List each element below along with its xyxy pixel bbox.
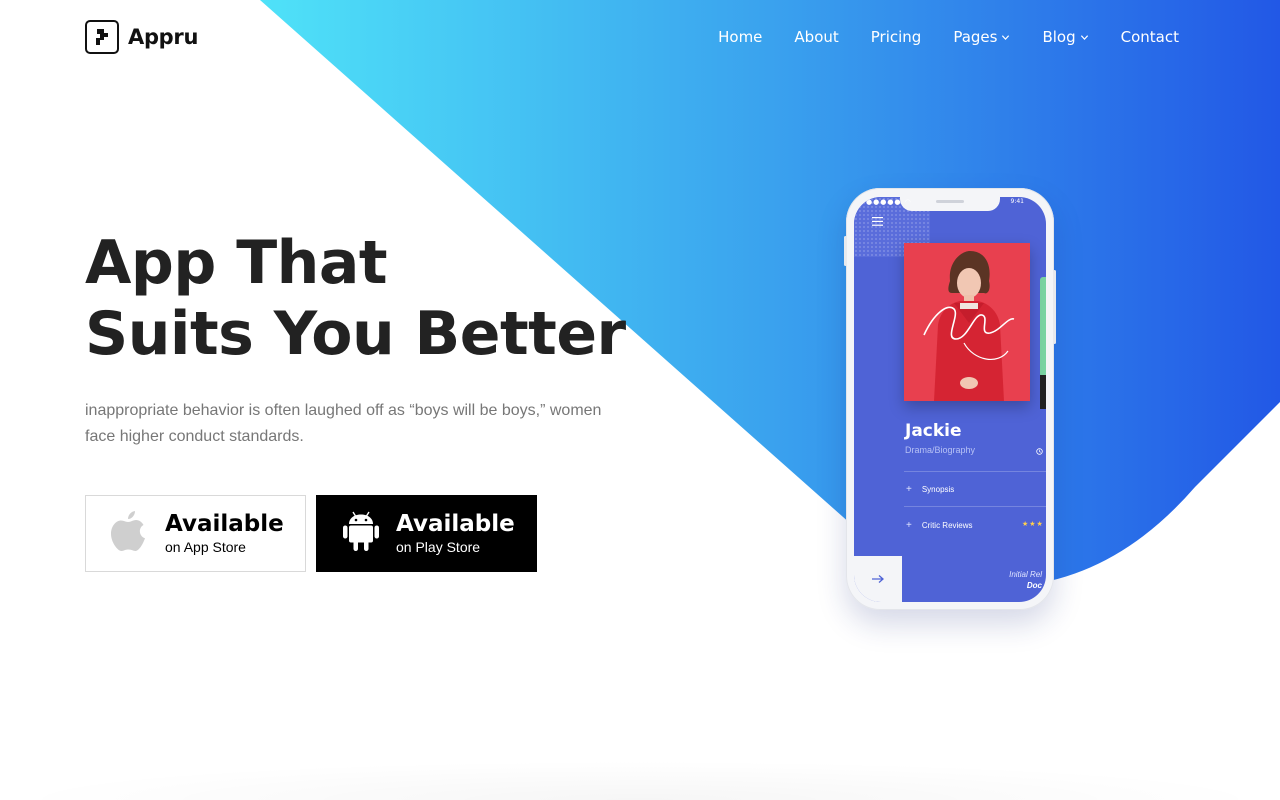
app-store-subtitle: on App Store — [165, 539, 246, 555]
phone-power-button — [1053, 270, 1056, 344]
critic-reviews-row[interactable]: + Critic Reviews — [906, 520, 973, 531]
play-store-subtitle: on Play Store — [396, 539, 481, 555]
nav-item-home[interactable]: Home — [718, 26, 762, 48]
nav-label: Contact — [1120, 28, 1179, 46]
phone-mockup: ●●●●● ◠ 9:41 Jackie Drama/Biography + Sy… — [844, 188, 1056, 610]
release-note: Initial Rel Doc — [1009, 569, 1042, 591]
section-divider-shadow — [0, 760, 1280, 800]
nav-label: Home — [718, 28, 763, 46]
movie-title: Jackie — [905, 421, 962, 441]
play-store-title: Available — [396, 511, 515, 537]
android-icon — [341, 508, 381, 554]
synopsis-row[interactable]: + Synopsis — [906, 484, 954, 495]
hero-title-line-1: App That — [85, 228, 388, 298]
hero-description: inappropriate behavior is often laughed … — [85, 402, 602, 445]
phone-screen: ●●●●● ◠ 9:41 Jackie Drama/Biography + Sy… — [854, 197, 1046, 602]
status-time: 9:41 — [1010, 198, 1024, 205]
phone-volume-button — [844, 236, 847, 266]
chevron-down-icon — [1002, 34, 1010, 40]
list-divider — [904, 506, 1046, 507]
brand-name: Appru — [128, 25, 199, 49]
site-header: Appru Home About Pricing Pages Blog Cont… — [0, 0, 1280, 76]
row-label: Critic Reviews — [921, 521, 973, 530]
app-store-title: Available — [165, 511, 284, 537]
nav-label: About — [794, 28, 839, 46]
apple-icon — [108, 508, 148, 554]
hero-title-line-2: Suits You Better — [85, 299, 626, 369]
nav-item-about[interactable]: About — [794, 26, 838, 48]
plus-icon: + — [906, 520, 912, 531]
nav-label: Pages — [953, 28, 998, 46]
row-label: Synopsis — [921, 485, 955, 494]
movie-poster[interactable] — [904, 243, 1030, 401]
nav-label: Blog — [1042, 28, 1076, 46]
logo-mark-icon — [85, 20, 119, 54]
release-note-line-1: Initial Rel — [1009, 570, 1042, 579]
phone-notch — [900, 197, 1000, 211]
poster-signature — [923, 306, 1015, 360]
plus-icon: + — [906, 484, 912, 495]
hamburger-menu-icon — [872, 217, 883, 226]
chevron-down-icon — [1080, 34, 1088, 40]
nav-item-contact[interactable]: Contact — [1121, 26, 1179, 48]
play-store-button[interactable]: Available on Play Store — [316, 495, 537, 572]
movie-genre: Drama/Biography — [905, 445, 976, 455]
arrow-right-icon — [872, 575, 884, 583]
signal-icon: ●●●●● ◠ — [866, 198, 912, 206]
nav-item-blog[interactable]: Blog — [1042, 26, 1088, 48]
nav-label: Pricing — [870, 28, 922, 46]
next-arrow-button[interactable] — [854, 556, 902, 602]
release-note-line-2: Doc — [1026, 581, 1042, 590]
next-poster-peek-dark — [1040, 375, 1046, 409]
list-divider — [904, 471, 1046, 472]
nav-item-pricing[interactable]: Pricing — [871, 26, 922, 48]
next-poster-peek — [1040, 277, 1046, 377]
nav-item-pages[interactable]: Pages — [953, 26, 1010, 48]
hero-title: App That Suits You Better — [85, 228, 626, 370]
clock-icon — [1036, 448, 1043, 455]
rating-stars: ★★★ — [1022, 520, 1044, 528]
main-nav: Home About Pricing Pages Blog Contact — [718, 26, 1179, 48]
brand-logo[interactable]: Appru — [85, 20, 198, 54]
app-store-button[interactable]: Available on App Store — [85, 495, 306, 572]
